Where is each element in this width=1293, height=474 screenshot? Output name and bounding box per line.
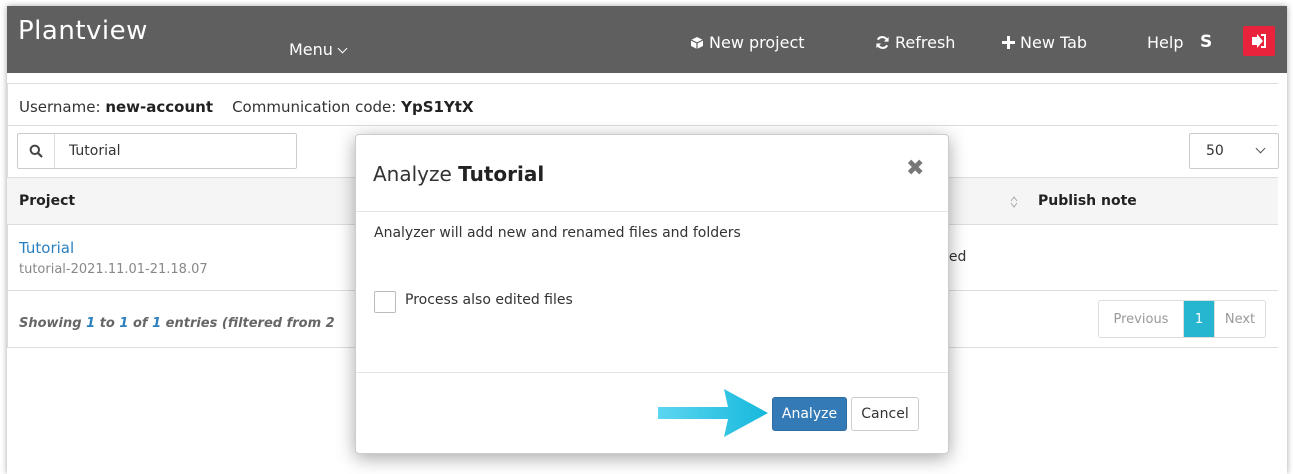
menu-label: Menu [289,40,333,59]
chevron-down-icon [337,43,348,54]
username-label: Username: [19,98,101,116]
project-id: tutorial-2021.11.01-21.18.07 [19,262,208,277]
top-navbar: Plantview Menu New project Refresh New T… [7,6,1287,73]
info-of-word: of [132,316,148,331]
pointer-arrow-icon [658,389,768,437]
modal-message: Analyzer will add new and renamed files … [374,225,741,241]
modal-divider [356,211,948,212]
new-project-label: New project [709,33,805,52]
column-publish-note[interactable]: Publish note [1038,193,1137,209]
analyze-button[interactable]: Analyze [772,397,847,431]
chevron-down-icon [1255,143,1266,154]
modal-divider [356,372,948,373]
communication-code-label: Communication code: [232,98,397,116]
info-total: 1 [152,316,162,331]
search-icon[interactable] [18,134,55,168]
sign-out-icon [1252,34,1266,48]
user-initial[interactable]: S [1200,32,1212,52]
plus-icon [1002,36,1015,49]
cube-icon [690,36,704,49]
refresh-label: Refresh [895,33,956,52]
analyze-modal: Analyze Tutorial ✖ Analyzer will add new… [355,134,949,454]
pagination-page[interactable]: 1 [1184,301,1214,337]
modal-title-prefix: Analyze [373,162,452,186]
info-to-word: to [99,316,115,331]
new-project-button[interactable]: New project [690,33,805,52]
help-link[interactable]: Help [1147,33,1183,52]
refresh-icon [876,36,889,49]
info-from: 1 [86,316,96,331]
table-info: Showing 1 to 1 of 1 entries (filtered fr… [19,316,339,331]
column-project[interactable]: Project [19,193,75,209]
app-window: Plantview Menu New project Refresh New T… [7,6,1287,474]
brand-logo[interactable]: Plantview [18,16,148,46]
pagination-previous[interactable]: Previous [1099,301,1184,337]
page-size-value: 50 [1206,143,1224,159]
process-edited-label[interactable]: Process also edited files [405,292,573,308]
new-tab-button[interactable]: New Tab [1002,33,1087,52]
pagination-next[interactable]: Next [1214,301,1265,337]
close-icon[interactable]: ✖ [906,156,924,181]
page-size-select[interactable]: 50 [1189,133,1279,169]
new-tab-label: New Tab [1020,33,1088,52]
username-value: new-account [105,98,213,116]
divider [7,125,1278,126]
refresh-button[interactable]: Refresh [875,33,955,52]
search-input[interactable] [55,142,291,160]
modal-title: Analyze Tutorial [373,162,544,186]
menu-dropdown[interactable]: Menu [289,40,348,59]
info-rest: entries (filtered from 2 t [165,316,339,331]
info-to: 1 [119,316,129,331]
sort-icon[interactable] [1010,196,1018,208]
modal-title-name: Tutorial [458,162,545,186]
process-edited-checkbox[interactable] [374,291,396,313]
info-showing: Showing [19,316,82,331]
cancel-button[interactable]: Cancel [851,397,919,431]
user-info: Username: new-account Communication code… [19,98,474,116]
search-box[interactable] [17,133,297,169]
logout-button[interactable] [1243,26,1275,56]
communication-code-value: YpS1YtX [401,98,474,116]
project-link[interactable]: Tutorial [19,239,74,257]
pagination: Previous 1 Next [1098,300,1266,338]
